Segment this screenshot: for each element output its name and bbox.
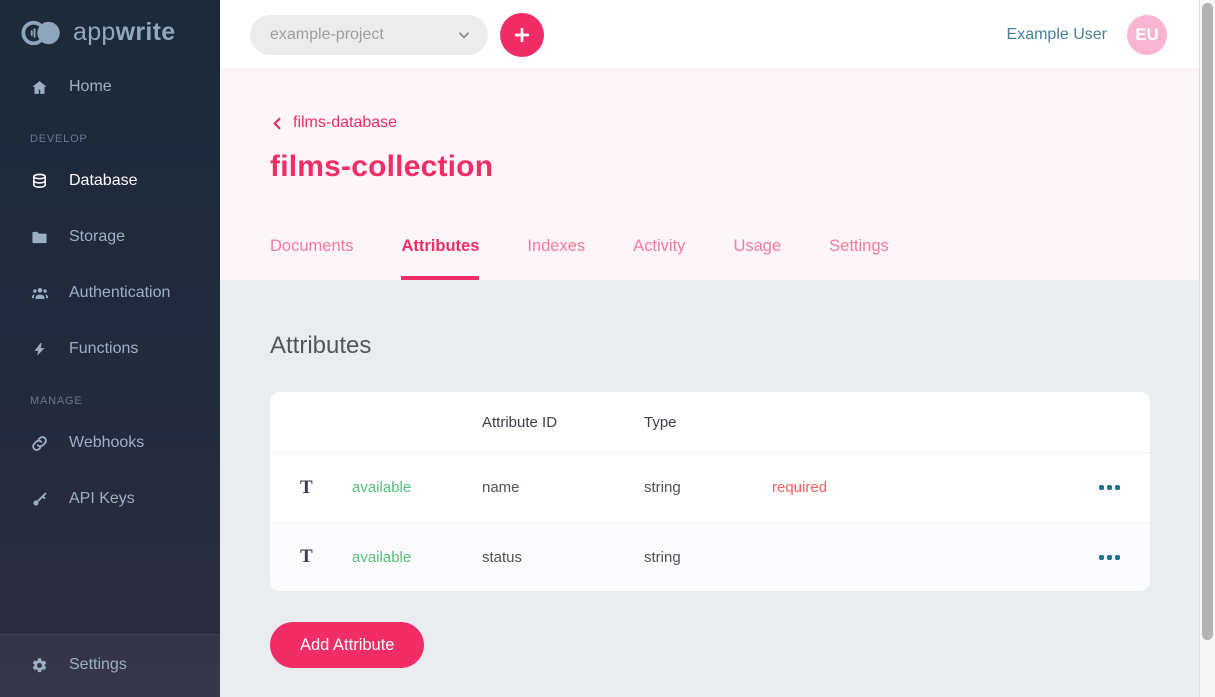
- appwrite-logo-icon: [20, 19, 64, 47]
- add-attribute-button[interactable]: Add Attribute: [270, 622, 424, 668]
- sidebar-item-label: Authentication: [69, 284, 170, 302]
- appwrite-logo[interactable]: appwrite: [0, 0, 220, 47]
- project-selector-value: example-project: [270, 26, 384, 44]
- required-flag: required: [772, 479, 1080, 496]
- scrollbar[interactable]: [1199, 0, 1215, 697]
- sidebar-section-develop: DEVELOP: [0, 133, 220, 145]
- sidebar-item-label: API Keys: [69, 490, 135, 508]
- column-header-attribute-id: Attribute ID: [482, 414, 644, 431]
- status-badge: available: [352, 479, 482, 496]
- tab-settings[interactable]: Settings: [829, 237, 889, 280]
- tab-bar: Documents Attributes Indexes Activity Us…: [270, 237, 1215, 280]
- folder-icon: [30, 229, 49, 246]
- sidebar-item-label: Webhooks: [69, 434, 144, 452]
- sidebar-item-storage[interactable]: Storage: [0, 221, 220, 253]
- tab-activity[interactable]: Activity: [633, 237, 685, 280]
- section-heading: Attributes: [270, 332, 1150, 360]
- content-area: Attributes Attribute ID Type T available…: [220, 280, 1215, 697]
- topbar-right: Example User EU: [1007, 15, 1167, 55]
- sidebar-item-webhooks[interactable]: Webhooks: [0, 427, 220, 459]
- sidebar-item-functions[interactable]: Functions: [0, 333, 220, 365]
- type-cell: string: [644, 549, 772, 566]
- users-icon: [30, 285, 49, 302]
- table-header-row: Attribute ID Type: [270, 392, 1150, 453]
- tab-attributes[interactable]: Attributes: [401, 237, 479, 280]
- attributes-table: Attribute ID Type T available name strin…: [270, 392, 1150, 591]
- row-menu-button[interactable]: [1080, 549, 1120, 566]
- page-header: films-database films-collection Document…: [220, 70, 1215, 280]
- appwrite-logo-text: appwrite: [73, 18, 175, 47]
- sidebar-footer: Settings: [0, 634, 220, 697]
- sidebar-item-label: Home: [69, 78, 112, 96]
- sidebar: appwrite Home DEVELOP Database: [0, 0, 220, 697]
- gear-icon: [30, 657, 49, 674]
- column-header-type: Type: [644, 414, 772, 431]
- type-cell: string: [644, 479, 772, 496]
- tab-indexes[interactable]: Indexes: [527, 237, 585, 280]
- sidebar-item-authentication[interactable]: Authentication: [0, 277, 220, 309]
- page-title: films-collection: [270, 150, 1215, 184]
- sidebar-item-settings[interactable]: Settings: [0, 649, 220, 681]
- sidebar-item-label: Functions: [69, 340, 138, 358]
- avatar[interactable]: EU: [1127, 15, 1167, 55]
- attribute-id-cell: status: [482, 549, 644, 566]
- plus-icon: [512, 25, 532, 45]
- sidebar-item-api-keys[interactable]: API Keys: [0, 483, 220, 515]
- database-icon: [30, 173, 49, 190]
- home-icon: [30, 79, 49, 96]
- chevron-left-icon: [270, 116, 285, 131]
- user-name-link[interactable]: Example User: [1007, 26, 1107, 44]
- table-row: T available status string: [270, 523, 1150, 591]
- scrollbar-thumb[interactable]: [1202, 3, 1213, 640]
- key-icon: [30, 491, 49, 508]
- sidebar-item-label: Storage: [69, 228, 125, 246]
- attribute-id-cell: name: [482, 479, 644, 496]
- project-selector[interactable]: example-project: [250, 15, 488, 55]
- add-project-button[interactable]: [500, 13, 544, 57]
- app-window: appwrite Home DEVELOP Database: [0, 0, 1215, 697]
- sidebar-item-label: Settings: [69, 656, 127, 674]
- breadcrumb-label: films-database: [293, 114, 397, 132]
- sidebar-section-manage: MANAGE: [0, 395, 220, 407]
- table-row: T available name string required: [270, 453, 1150, 523]
- breadcrumb[interactable]: films-database: [270, 114, 397, 132]
- chevron-down-icon: [456, 27, 472, 43]
- sidebar-item-home[interactable]: Home: [0, 71, 220, 103]
- string-type-icon: T: [300, 477, 352, 499]
- tab-usage[interactable]: Usage: [733, 237, 781, 280]
- string-type-icon: T: [300, 546, 352, 568]
- sidebar-item-database[interactable]: Database: [0, 165, 220, 197]
- topbar: example-project Example User EU: [220, 0, 1215, 70]
- tab-documents[interactable]: Documents: [270, 237, 353, 280]
- main-area: example-project Example User EU: [220, 0, 1215, 697]
- status-badge: available: [352, 549, 482, 566]
- sidebar-nav: Home DEVELOP Database Storage: [0, 71, 220, 515]
- row-menu-button[interactable]: [1080, 479, 1120, 496]
- bolt-icon: [30, 341, 49, 358]
- sidebar-item-label: Database: [69, 172, 138, 190]
- link-icon: [30, 435, 49, 452]
